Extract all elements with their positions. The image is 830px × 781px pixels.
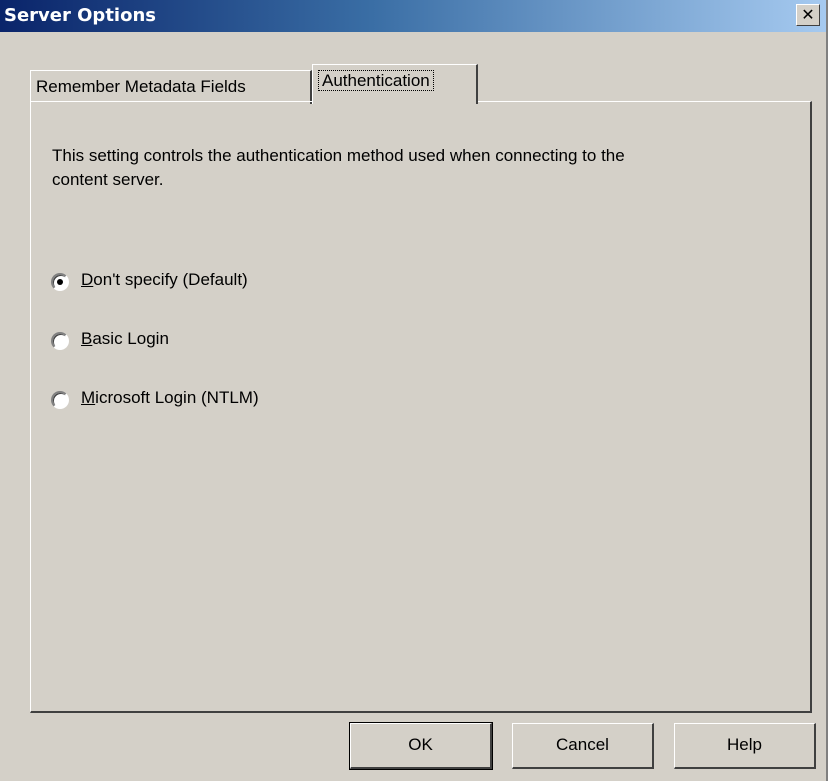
tab-remember-metadata-fields[interactable]: Remember Metadata Fields: [30, 70, 312, 104]
description-text: This setting controls the authentication…: [52, 146, 625, 189]
tab-authentication[interactable]: Authentication: [312, 64, 478, 104]
radio-button[interactable]: [51, 332, 69, 350]
radio-label: Microsoft Login (NTLM): [81, 388, 259, 407]
radio-button[interactable]: [51, 391, 69, 409]
tab-label: Authentication: [318, 70, 434, 91]
radio-label: Don't specify (Default): [81, 270, 248, 289]
close-button[interactable]: ✕: [796, 4, 820, 26]
window-title: Server Options: [4, 5, 156, 26]
radio-button-checked[interactable]: [51, 273, 69, 291]
close-icon: ✕: [801, 5, 815, 24]
tab-label: Remember Metadata Fields: [36, 77, 246, 96]
cancel-button[interactable]: Cancel: [512, 723, 654, 769]
help-button[interactable]: Help: [674, 723, 816, 769]
ok-button[interactable]: OK: [349, 722, 493, 770]
tab-panel-authentication: This setting controls the authentication…: [30, 101, 812, 713]
title-bar[interactable]: Server Options ✕: [0, 0, 826, 32]
server-options-dialog: Server Options ✕ Remember Metadata Field…: [0, 0, 828, 781]
radio-label: Basic Login: [81, 329, 169, 348]
